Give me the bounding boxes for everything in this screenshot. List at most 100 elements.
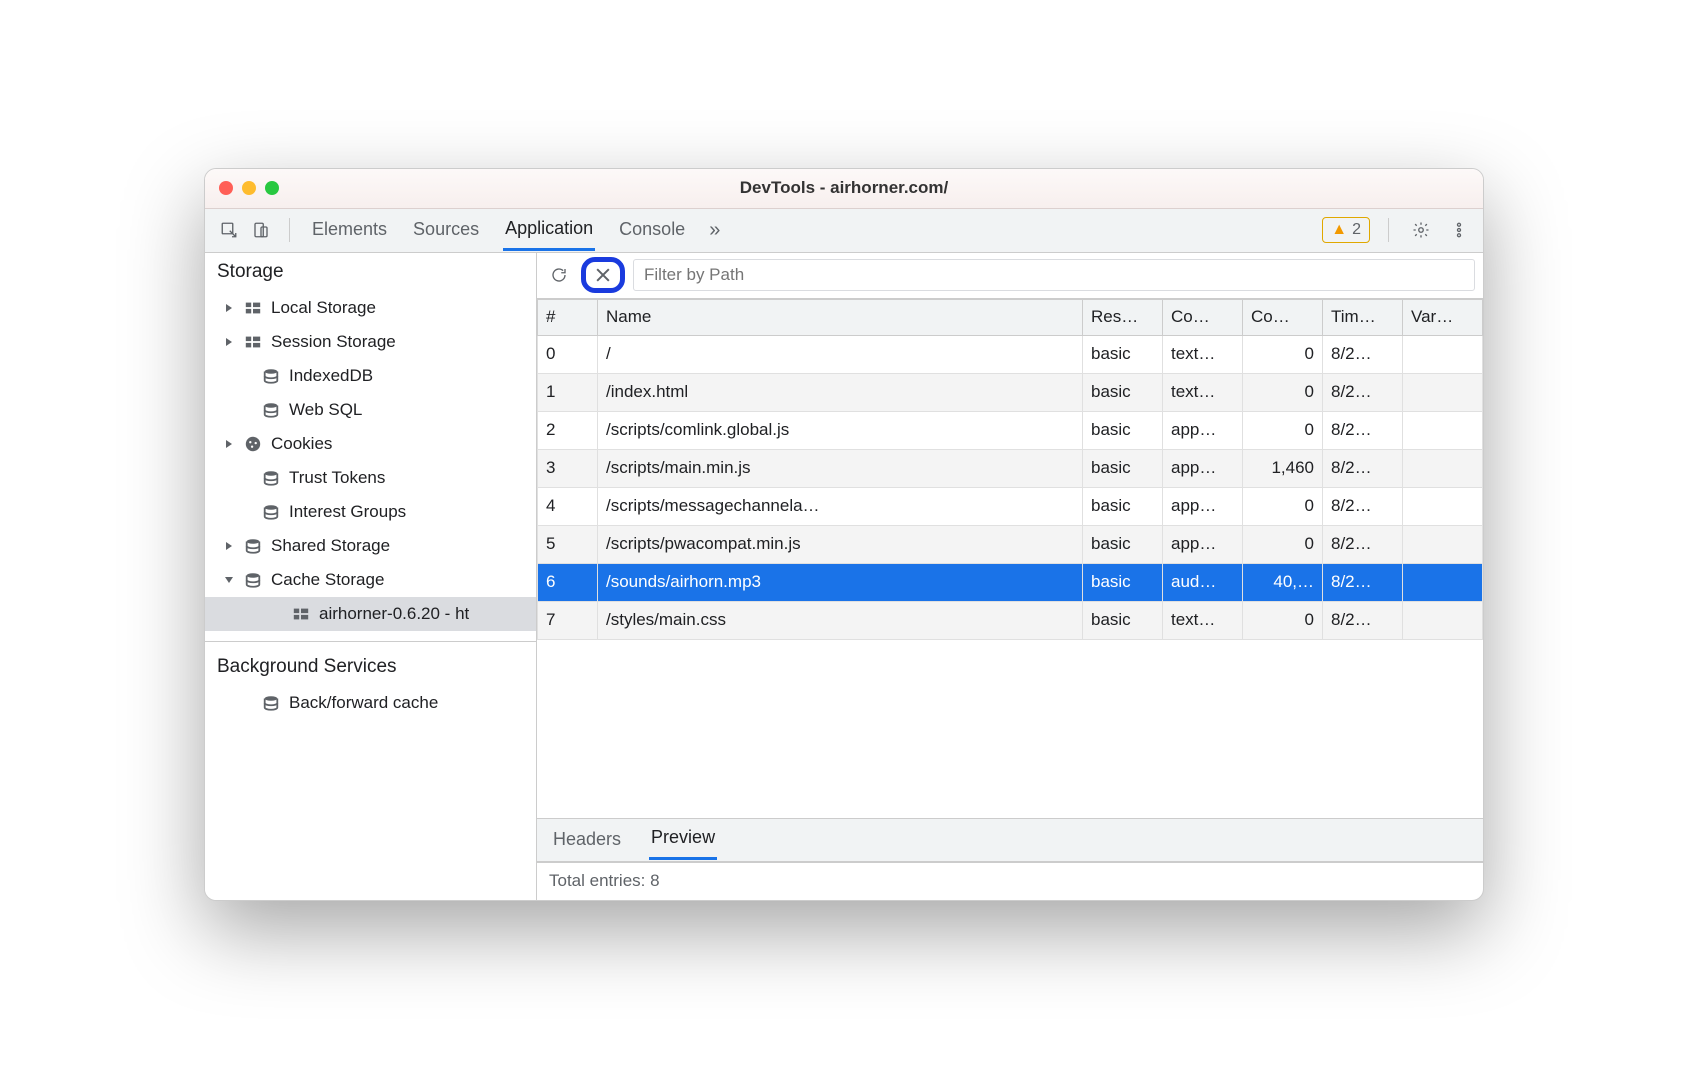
warning-count: 2: [1352, 221, 1361, 239]
db-icon: [261, 366, 281, 386]
inspect-element-icon[interactable]: [215, 216, 243, 244]
sidebar-item-cache-storage[interactable]: Cache Storage: [205, 563, 536, 597]
cell-tim: 8/2…: [1323, 411, 1403, 449]
tab-elements[interactable]: Elements: [310, 211, 389, 249]
detail-tab-preview[interactable]: Preview: [649, 819, 717, 860]
column-header[interactable]: Res…: [1083, 299, 1163, 335]
chevron-down-icon[interactable]: [223, 574, 235, 586]
clear-icon[interactable]: [592, 264, 614, 286]
chevron-right-icon[interactable]: [223, 302, 235, 314]
cell-var: [1403, 601, 1483, 639]
table-row[interactable]: 4/scripts/messagechannela…basicapp…08/2…: [538, 487, 1483, 525]
cell-name: /: [598, 335, 1083, 373]
cookie-icon: [243, 434, 263, 454]
cell-var: [1403, 373, 1483, 411]
sidebar-item-label: Shared Storage: [271, 536, 390, 556]
table-row[interactable]: 3/scripts/main.min.jsbasicapp…1,4608/2…: [538, 449, 1483, 487]
cell-var: [1403, 487, 1483, 525]
cell-idx: 2: [538, 411, 598, 449]
chevron-spacer: [241, 472, 253, 484]
divider: [1388, 218, 1389, 242]
chevron-right-icon[interactable]: [223, 438, 235, 450]
warnings-indicator[interactable]: ▲ 2: [1322, 217, 1370, 243]
cell-tim: 8/2…: [1323, 563, 1403, 601]
chevron-spacer: [241, 697, 253, 709]
cell-tim: 8/2…: [1323, 487, 1403, 525]
sidebar-item-trust-tokens[interactable]: Trust Tokens: [205, 461, 536, 495]
db-icon: [261, 468, 281, 488]
sidebar-item-web-sql[interactable]: Web SQL: [205, 393, 536, 427]
sidebar-item-indexeddb[interactable]: IndexedDB: [205, 359, 536, 393]
cell-res: basic: [1083, 335, 1163, 373]
sidebar-item-label: Web SQL: [289, 400, 362, 420]
filter-by-path-input[interactable]: [633, 259, 1475, 291]
sidebar-item-back-forward-cache[interactable]: Back/forward cache: [205, 686, 536, 720]
section-storage-title: Storage: [205, 253, 536, 287]
sidebar-item-label: Local Storage: [271, 298, 376, 318]
cell-res: basic: [1083, 563, 1163, 601]
divider: [205, 641, 536, 642]
sidebar-item-label: Cache Storage: [271, 570, 384, 590]
section-bg-services-title: Background Services: [205, 648, 536, 682]
cache-toolbar: [537, 253, 1483, 299]
column-header[interactable]: Co…: [1163, 299, 1243, 335]
table-row[interactable]: 1/index.htmlbasictext…08/2…: [538, 373, 1483, 411]
total-entries-label: Total entries: 8: [549, 871, 660, 891]
cell-tim: 8/2…: [1323, 449, 1403, 487]
sidebar-item-label: airhorner-0.6.20 - ht: [319, 604, 469, 624]
cell-ct: text…: [1163, 601, 1243, 639]
cell-idx: 1: [538, 373, 598, 411]
kebab-menu-icon[interactable]: [1445, 216, 1473, 244]
cell-len: 0: [1243, 601, 1323, 639]
chevron-right-icon[interactable]: [223, 336, 235, 348]
column-header[interactable]: #: [538, 299, 598, 335]
db-icon: [243, 570, 263, 590]
column-header[interactable]: Name: [598, 299, 1083, 335]
tab-application[interactable]: Application: [503, 210, 595, 251]
grid-icon: [291, 604, 311, 624]
sidebar-item-airhorner-0-6-20-ht[interactable]: airhorner-0.6.20 - ht: [205, 597, 536, 631]
sidebar-item-label: Interest Groups: [289, 502, 406, 522]
cell-ct: text…: [1163, 373, 1243, 411]
cell-len: 0: [1243, 525, 1323, 563]
grid-icon: [243, 332, 263, 352]
tab-sources[interactable]: Sources: [411, 211, 481, 249]
sidebar-item-label: Session Storage: [271, 332, 396, 352]
cell-var: [1403, 335, 1483, 373]
column-header[interactable]: Co…: [1243, 299, 1323, 335]
highlighted-clear-button: [581, 257, 625, 293]
main-panel: #NameRes…Co…Co…Tim…Var… 0/basictext…08/2…: [537, 253, 1483, 900]
tab-console[interactable]: Console: [617, 211, 687, 249]
column-header[interactable]: Tim…: [1323, 299, 1403, 335]
table-row[interactable]: 6/sounds/airhorn.mp3basicaud…40,…8/2…: [538, 563, 1483, 601]
cell-name: /index.html: [598, 373, 1083, 411]
cell-tim: 8/2…: [1323, 335, 1403, 373]
table-row[interactable]: 0/basictext…08/2…: [538, 335, 1483, 373]
cell-name: /scripts/comlink.global.js: [598, 411, 1083, 449]
cell-idx: 7: [538, 601, 598, 639]
sidebar-item-cookies[interactable]: Cookies: [205, 427, 536, 461]
settings-icon[interactable]: [1407, 216, 1435, 244]
sidebar-item-label: Cookies: [271, 434, 332, 454]
table-row[interactable]: 5/scripts/pwacompat.min.jsbasicapp…08/2…: [538, 525, 1483, 563]
column-header[interactable]: Var…: [1403, 299, 1483, 335]
device-toggle-icon[interactable]: [247, 216, 275, 244]
detail-tabs: Headers Preview: [537, 818, 1483, 862]
sidebar-item-interest-groups[interactable]: Interest Groups: [205, 495, 536, 529]
cell-name: /sounds/airhorn.mp3: [598, 563, 1083, 601]
sidebar-item-session-storage[interactable]: Session Storage: [205, 325, 536, 359]
sidebar-item-local-storage[interactable]: Local Storage: [205, 291, 536, 325]
cell-res: basic: [1083, 449, 1163, 487]
cell-name: /scripts/main.min.js: [598, 449, 1083, 487]
detail-tab-headers[interactable]: Headers: [551, 821, 623, 859]
chevron-right-icon[interactable]: [223, 540, 235, 552]
cell-idx: 6: [538, 563, 598, 601]
refresh-icon[interactable]: [545, 261, 573, 289]
cell-res: basic: [1083, 373, 1163, 411]
table-row[interactable]: 2/scripts/comlink.global.jsbasicapp…08/2…: [538, 411, 1483, 449]
sidebar-item-shared-storage[interactable]: Shared Storage: [205, 529, 536, 563]
cache-table[interactable]: #NameRes…Co…Co…Tim…Var… 0/basictext…08/2…: [537, 299, 1483, 818]
tabs-overflow-icon[interactable]: »: [709, 219, 720, 242]
cell-res: basic: [1083, 487, 1163, 525]
table-row[interactable]: 7/styles/main.cssbasictext…08/2…: [538, 601, 1483, 639]
